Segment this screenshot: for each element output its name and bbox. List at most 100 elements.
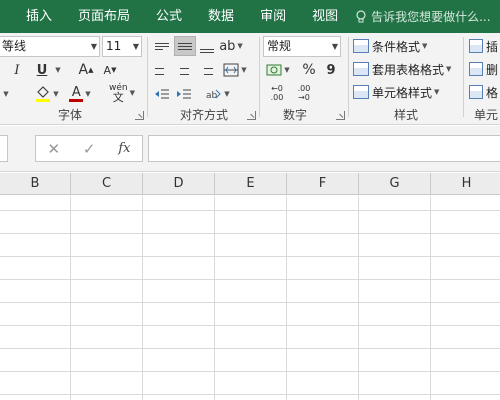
tab-insert[interactable]: 插入 xyxy=(0,0,65,33)
align-top-icon xyxy=(155,42,169,50)
format-as-table-button[interactable]: 套用表格格式 ▼ xyxy=(353,59,451,79)
format-as-table-label: 套用表格格式 xyxy=(372,62,445,77)
column-header-h[interactable]: H xyxy=(431,173,500,195)
delete-cells-button[interactable]: 删 xyxy=(469,59,498,79)
format-cells-label: 格 xyxy=(486,85,499,100)
grid-row-line xyxy=(0,348,500,349)
insert-function-icon[interactable]: fx xyxy=(118,141,130,156)
increase-decimal-button[interactable]: ←0 .00 xyxy=(265,83,289,103)
chevron-down-icon: ▼ xyxy=(85,90,91,98)
align-center-button[interactable] xyxy=(174,60,194,80)
grow-font-label: A xyxy=(78,62,89,78)
increase-indent-button[interactable] xyxy=(174,84,194,104)
alignment-dialog-launcher[interactable] xyxy=(247,111,256,120)
grid-row-line xyxy=(0,210,500,211)
decrease-indent-button[interactable] xyxy=(152,84,172,104)
merge-cells-icon xyxy=(223,63,239,77)
tab-page-layout[interactable]: 页面布局 xyxy=(65,0,143,33)
merge-center-button[interactable]: ▼ xyxy=(220,60,250,80)
orientation-button[interactable]: ab ▼ xyxy=(219,36,243,56)
orientation-icon: ab xyxy=(219,38,236,54)
wrap-text-button[interactable]: ab ▼ xyxy=(204,84,232,104)
column-header-c[interactable]: C xyxy=(71,173,143,195)
grid-row-line xyxy=(0,302,500,303)
percent-button[interactable]: % xyxy=(300,60,318,80)
number-dialog-launcher[interactable] xyxy=(336,111,345,120)
chevron-down-icon: ▼ xyxy=(446,65,452,73)
chevron-down-icon: ▼ xyxy=(224,90,230,98)
formula-input[interactable] xyxy=(148,135,500,162)
column-header-b[interactable]: B xyxy=(0,173,71,195)
ribbon: 等线▼ 11▼ B I U ▼ A▲ A▼ ▼ ▼ A▼ wén文▼ 字体 ab… xyxy=(0,33,500,125)
underline-label: U xyxy=(36,62,48,78)
formula-bar: ✕ ✓ fx xyxy=(0,126,500,172)
grid-row-line xyxy=(0,233,500,234)
format-cells-button[interactable]: 格 xyxy=(469,82,498,102)
font-color-button[interactable]: A ▼ xyxy=(66,84,94,104)
tab-view[interactable]: 视图 xyxy=(299,0,351,33)
insert-cells-button[interactable]: 插 xyxy=(469,36,498,56)
decrease-decimal-label: .00 →0 xyxy=(297,84,311,102)
align-right-button[interactable] xyxy=(196,60,216,80)
grid-column-line xyxy=(142,196,143,400)
chevron-down-icon: ▼ xyxy=(422,42,428,50)
border-dropdown[interactable]: ▼ xyxy=(0,84,10,104)
column-header-d[interactable]: D xyxy=(143,173,215,195)
wrap-text-icon: ab xyxy=(206,89,222,101)
cell-styles-icon xyxy=(353,85,369,99)
grow-font-button[interactable]: A ▲ xyxy=(76,60,96,80)
tell-me-box[interactable]: 告诉我您想要做什么... xyxy=(355,8,491,25)
name-box[interactable] xyxy=(0,135,8,162)
chevron-down-icon: ▼ xyxy=(132,42,139,51)
column-header-g[interactable]: G xyxy=(359,173,431,195)
font-color-label: A xyxy=(71,84,81,100)
grid-row-line xyxy=(0,394,500,395)
phonetic-button[interactable]: wén 文 ▼ xyxy=(108,83,136,103)
tab-formulas[interactable]: 公式 xyxy=(143,0,195,33)
cells-group-label: 单元 xyxy=(474,108,499,122)
chevron-down-icon: ▼ xyxy=(331,42,338,51)
align-bottom-button[interactable] xyxy=(197,38,217,58)
accounting-format-button[interactable]: ▼ xyxy=(264,60,292,80)
align-middle-button[interactable] xyxy=(174,36,196,56)
underline-button[interactable]: U xyxy=(33,60,51,80)
align-middle-icon xyxy=(178,42,192,50)
font-size-combo[interactable]: 11 ▼ xyxy=(102,36,142,57)
indent-icon xyxy=(177,89,191,99)
comma-label: 9 xyxy=(326,62,336,78)
svg-text:ab: ab xyxy=(206,91,218,101)
group-divider xyxy=(463,37,464,117)
cancel-icon[interactable]: ✕ xyxy=(47,140,60,158)
enter-icon[interactable]: ✓ xyxy=(83,140,96,158)
italic-button[interactable]: I xyxy=(8,60,26,80)
align-top-button[interactable] xyxy=(152,36,172,56)
chevron-down-icon: ▼ xyxy=(241,66,247,74)
chevron-down-icon: ▼ xyxy=(3,90,9,98)
tab-review[interactable]: 审阅 xyxy=(247,0,299,33)
increase-decimal-label: ←0 .00 xyxy=(270,84,284,102)
number-format-combo[interactable]: 常规 ▼ xyxy=(263,36,341,57)
chevron-down-icon: ▼ xyxy=(53,90,59,98)
format-cells-icon xyxy=(469,85,483,99)
grid-column-line xyxy=(214,196,215,400)
decrease-decimal-button[interactable]: .00 →0 xyxy=(292,83,316,103)
font-dialog-launcher[interactable] xyxy=(135,111,144,120)
font-name-value: 等线 xyxy=(2,39,27,53)
comma-style-button[interactable]: 9 xyxy=(322,60,340,80)
column-header-f[interactable]: F xyxy=(287,173,359,195)
fill-color-button[interactable]: ▼ xyxy=(33,84,61,104)
currency-icon xyxy=(266,64,282,76)
align-center-icon xyxy=(177,65,191,75)
column-header-e[interactable]: E xyxy=(215,173,287,195)
grid-column-line xyxy=(430,196,431,400)
worksheet-grid[interactable] xyxy=(0,196,500,400)
shrink-font-button[interactable]: A ▼ xyxy=(100,60,120,80)
underline-dropdown[interactable]: ▼ xyxy=(52,60,62,80)
grid-row-line xyxy=(0,325,500,326)
font-name-combo[interactable]: 等线 ▼ xyxy=(0,36,100,57)
tab-data[interactable]: 数据 xyxy=(195,0,247,33)
cell-styles-button[interactable]: 单元格样式 ▼ xyxy=(353,82,439,102)
conditional-formatting-button[interactable]: 条件格式 ▼ xyxy=(353,36,427,56)
chevron-down-icon: ▼ xyxy=(284,66,290,74)
align-left-button[interactable] xyxy=(152,60,172,80)
